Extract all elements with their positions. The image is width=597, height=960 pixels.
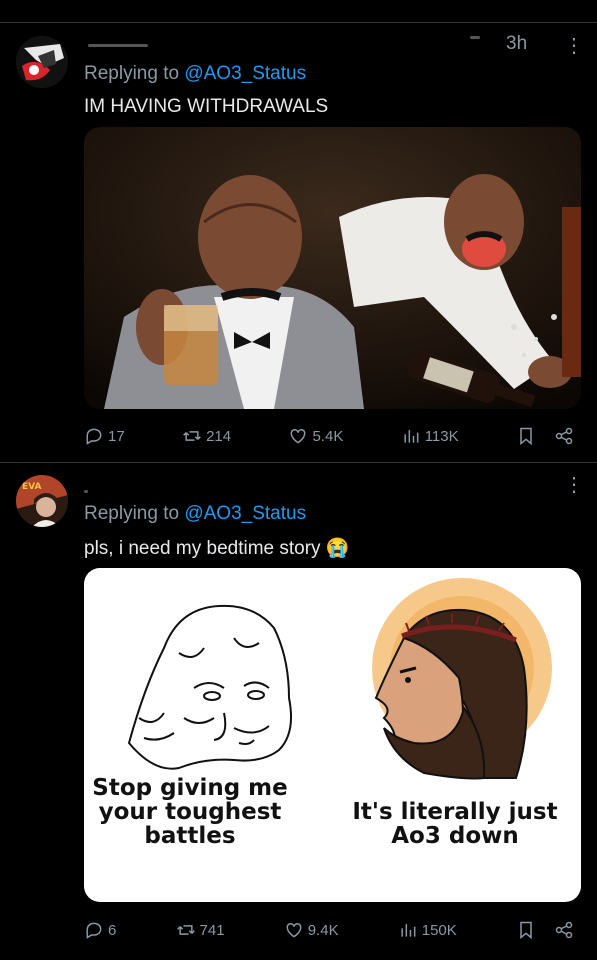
more-icon[interactable]: ⋮ [564,36,584,56]
top-divider [0,22,597,23]
display-name[interactable] [84,490,88,493]
tweet-meme-image[interactable]: Stop giving me your toughest battles It'… [84,568,581,902]
like-icon [291,428,306,444]
replying-to-label: Replying to [84,63,185,84]
bookmark-and-share [516,426,574,446]
tweet-text: pls, i need my bedtime story [84,538,321,559]
share-icon[interactable] [554,920,574,940]
repost-icon [176,925,195,935]
reply-icon [86,922,102,939]
repost-button[interactable]: 214 [182,426,231,446]
views-count: 113K [424,427,459,445]
views-icon [404,430,419,443]
username[interactable] [470,36,480,39]
views-button[interactable]: 113K [401,426,459,446]
tweet-2[interactable]: EVA ⋮ Replying to @AO3_Status pls, i nee… [0,463,597,960]
bookmark-icon[interactable] [516,426,536,446]
bookmark-icon[interactable] [516,920,536,940]
reply-count: 17 [108,427,125,445]
repost-button[interactable]: 741 [176,920,225,940]
tweet-text: IM HAVING WITHDRAWALS [84,96,329,117]
like-button[interactable]: 5.4K [288,426,343,446]
views-count: 150K [421,921,457,939]
reply-handle[interactable]: @AO3_Status [184,503,306,524]
like-icon [286,922,302,938]
tired-wojak-drawing [127,604,292,770]
share-icon[interactable] [554,426,574,446]
avatar[interactable]: EVA [16,475,68,527]
replying-to-label: Replying to [84,503,185,524]
tweet-1[interactable]: 3h ⋮ Replying to @AO3_Status IM HAVING W… [0,0,597,462]
reply-count: 6 [108,921,117,939]
tweet-photo[interactable] [84,127,581,409]
svg-text:EVA: EVA [22,482,42,492]
display-name[interactable] [88,44,148,47]
avatar[interactable] [16,36,68,88]
replying-to: Replying to @AO3_Status [84,63,306,85]
like-button[interactable]: 9.4K [284,920,339,940]
repost-icon [183,431,201,441]
tweet-actions: 17 214 5.4K 113K [84,424,574,448]
timestamp[interactable]: 3h [506,33,527,55]
tweet-text-container: pls, i need my bedtime story 😭 [84,536,350,560]
meme-left-caption: Stop giving me your toughest battles [92,775,288,850]
meme-right-caption: It's literally just Ao3 down [352,799,558,850]
like-count: 5.4K [312,427,344,445]
more-icon[interactable]: ⋮ [564,475,584,495]
replying-to: Replying to @AO3_Status [84,503,306,525]
views-button[interactable]: 150K [398,920,457,940]
repost-count: 741 [199,921,225,939]
repost-count: 214 [206,427,232,445]
tweet-actions: 6 741 9.4K 150K [84,918,574,942]
like-count: 9.4K [307,921,339,939]
reply-icon [86,428,102,445]
reply-button[interactable]: 17 [84,426,125,446]
views-icon [401,924,416,937]
crying-emoji: 😭 [325,538,350,559]
reply-handle[interactable]: @AO3_Status [184,63,306,84]
bookmark-and-share [516,920,574,940]
reply-button[interactable]: 6 [84,920,116,940]
